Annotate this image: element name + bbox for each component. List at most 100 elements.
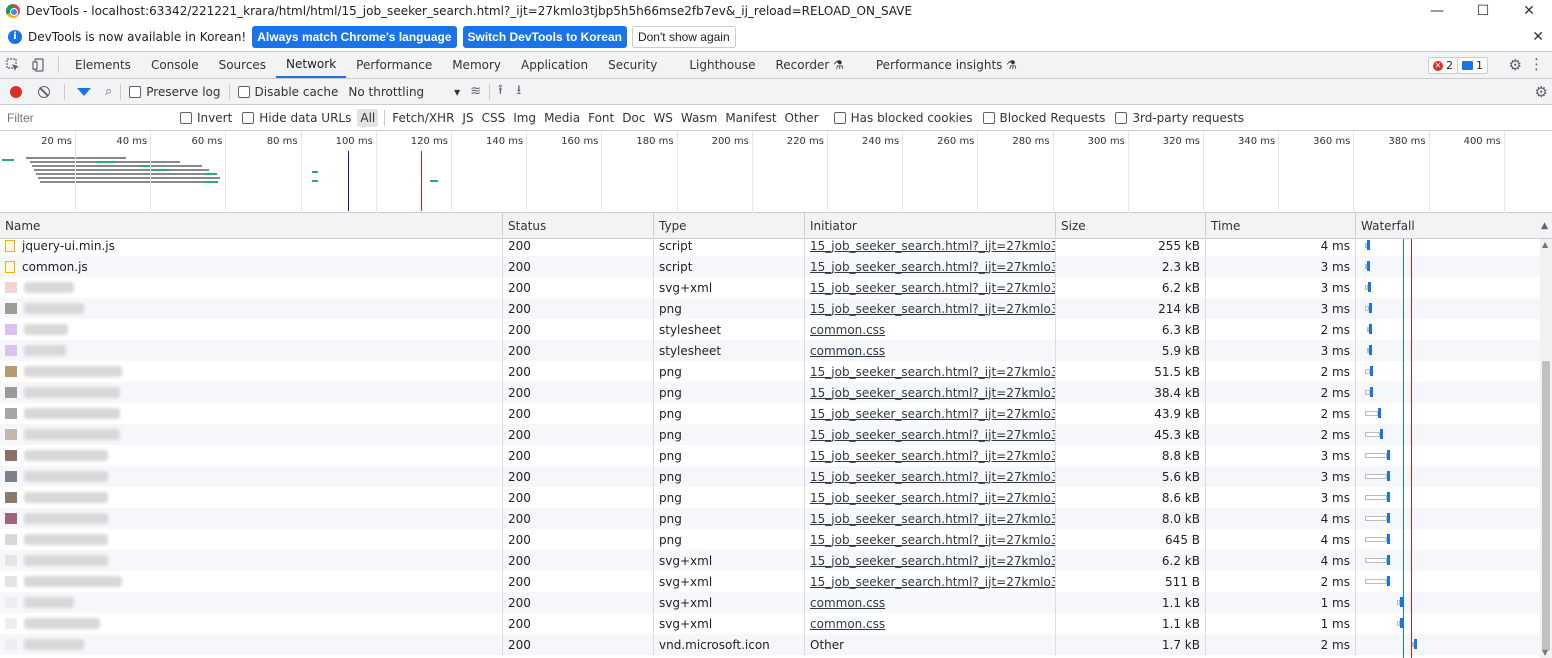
preserve-log-checkbox[interactable]: Preserve log <box>129 85 221 99</box>
cell-name[interactable] <box>0 466 503 487</box>
cell-initiator-text[interactable]: 15_job_seeker_search.html?_ijt=27kmlo3tj… <box>810 575 1055 589</box>
table-row[interactable]: 200 svg+xml 15_job_seeker_search.html?_ijt… <box>0 571 1540 592</box>
preserve-log-check[interactable] <box>129 85 142 98</box>
filter-type-img[interactable]: Img <box>510 109 539 127</box>
tab-performance-insights[interactable]: Performance insights ⚗ <box>866 52 1027 78</box>
cell-initiator-text[interactable]: 15_job_seeker_search.html?_ijt=27kmlo3tj… <box>810 260 1055 274</box>
tab-network[interactable]: Network <box>276 52 347 78</box>
network-conditions-icon[interactable]: ≋ <box>470 84 481 99</box>
record-icon[interactable] <box>10 85 22 98</box>
tab-lighthouse[interactable]: Lighthouse <box>679 52 765 78</box>
blocked-cookies-check[interactable] <box>833 111 846 124</box>
filter-type-ws[interactable]: WS <box>650 109 675 127</box>
table-row[interactable]: 200 png 15_job_seeker_search.html?_ijt=27k… <box>0 403 1540 424</box>
disable-cache-checkbox[interactable]: Disable cache <box>237 85 338 99</box>
import-har-icon[interactable]: ⭱ <box>498 81 503 103</box>
table-row[interactable]: 200 png 15_job_seeker_search.html?_ijt=27k… <box>0 487 1540 508</box>
filter-input[interactable] <box>2 107 170 128</box>
cell-name[interactable] <box>0 634 503 655</box>
cell-name[interactable] <box>0 424 503 445</box>
cell-name[interactable] <box>0 508 503 529</box>
tab-console[interactable]: Console <box>141 52 209 78</box>
cell-initiator-text[interactable]: 15_job_seeker_search.html?_ijt=27kmlo3tj… <box>810 512 1055 526</box>
cell-name[interactable] <box>0 529 503 550</box>
cell-initiator-text[interactable]: 15_job_seeker_search.html?_ijt=27kmlo3tj… <box>810 386 1055 400</box>
tab-recorder[interactable]: Recorder ⚗ <box>766 52 854 78</box>
minimize-button[interactable]: — <box>1414 0 1460 22</box>
table-row[interactable]: 200 png 15_job_seeker_search.html?_ijt=27k… <box>0 508 1540 529</box>
cell-initiator-text[interactable]: common.css <box>810 323 885 337</box>
tab-sources[interactable]: Sources <box>209 52 276 78</box>
table-row[interactable]: 200 png 15_job_seeker_search.html?_ijt=27k… <box>0 382 1540 403</box>
filter-icon[interactable] <box>77 87 91 96</box>
filter-type-media[interactable]: Media <box>541 109 583 127</box>
network-settings-gear-icon[interactable]: ⚙ <box>1535 83 1548 101</box>
throttling-select[interactable]: No throttling ▾ <box>348 85 460 99</box>
filter-type-wasm[interactable]: Wasm <box>678 109 720 127</box>
cell-initiator-text[interactable]: 15_job_seeker_search.html?_ijt=27kmlo3tj… <box>810 428 1055 442</box>
table-row[interactable]: 200 svg+xml common.css 1.1 kB 1 ms <box>0 592 1540 613</box>
cell-initiator-text[interactable]: common.css <box>810 596 885 610</box>
table-row[interactable]: 200 stylesheet common.css 6.3 kB 2 ms <box>0 319 1540 340</box>
close-window-button[interactable]: ✕ <box>1506 0 1552 22</box>
cell-initiator-text[interactable]: common.css <box>810 344 885 358</box>
cell-name[interactable]: common.js <box>0 256 503 277</box>
table-row[interactable]: 200 svg+xml 15_job_seeker_search.html?_ijt… <box>0 277 1540 298</box>
cell-initiator-text[interactable]: 15_job_seeker_search.html?_ijt=27kmlo3tj… <box>810 533 1055 547</box>
search-icon[interactable]: ⌕ <box>105 84 112 99</box>
error-count-badge[interactable]: ✕ 2 <box>1428 57 1458 74</box>
cell-name[interactable] <box>0 550 503 571</box>
table-row[interactable]: 200 png 15_job_seeker_search.html?_ijt=27k… <box>0 298 1540 319</box>
cell-initiator-text[interactable]: 15_job_seeker_search.html?_ijt=27kmlo3tj… <box>810 491 1055 505</box>
filter-type-other[interactable]: Other <box>782 109 822 127</box>
hide-data-urls-check[interactable] <box>242 111 255 124</box>
message-count-badge[interactable]: 1 <box>1457 57 1488 74</box>
cell-name[interactable] <box>0 592 503 613</box>
dont-show-again-button[interactable]: Don't show again <box>631 25 736 48</box>
blocked-cookies-checkbox[interactable]: Has blocked cookies <box>833 111 973 125</box>
table-row[interactable]: 200 png 15_job_seeker_search.html?_ijt=27k… <box>0 466 1540 487</box>
cell-name[interactable] <box>0 613 503 634</box>
filter-type-font[interactable]: Font <box>585 109 617 127</box>
clear-icon[interactable] <box>38 85 50 98</box>
invert-check[interactable] <box>180 111 192 124</box>
scroll-up-icon[interactable]: ▲ <box>1542 240 1548 249</box>
export-har-icon[interactable]: ⭳ <box>517 81 522 103</box>
match-language-button[interactable]: Always match Chrome's language <box>252 25 457 48</box>
tab-performance[interactable]: Performance <box>346 52 442 78</box>
cell-initiator-text[interactable]: 15_job_seeker_search.html?_ijt=27kmlo3tj… <box>810 449 1055 463</box>
cell-name[interactable] <box>0 403 503 424</box>
scroll-down-icon[interactable]: ▼ <box>1542 648 1548 657</box>
cell-name[interactable] <box>0 382 503 403</box>
scrollbar-thumb[interactable] <box>1542 361 1550 651</box>
cell-initiator-text[interactable]: 15_job_seeker_search.html?_ijt=27kmlo3tj… <box>810 470 1055 484</box>
device-toolbar-icon[interactable] <box>26 52 52 78</box>
cell-initiator-text[interactable]: 15_job_seeker_search.html?_ijt=27kmlo3tj… <box>810 407 1055 421</box>
filter-type-manifest[interactable]: Manifest <box>722 109 779 127</box>
network-overview-timeline[interactable]: 20 ms 40 ms 60 ms 80 ms 100 ms 120 ms 140 ms 16… <box>0 131 1552 213</box>
table-row[interactable]: 200 png 15_job_seeker_search.html?_ijt=27k… <box>0 445 1540 466</box>
cell-initiator-text[interactable]: 15_job_seeker_search.html?_ijt=27kmlo3tj… <box>810 302 1055 316</box>
settings-gear-icon[interactable]: ⚙ <box>1509 56 1522 74</box>
third-party-checkbox[interactable]: 3rd-party requests <box>1115 111 1244 125</box>
cell-initiator-text[interactable]: 15_job_seeker_search.html?_ijt=27kmlo3tj… <box>810 365 1055 379</box>
cell-name[interactable] <box>0 487 503 508</box>
switch-korean-button[interactable]: Switch DevTools to Korean <box>462 25 627 48</box>
blocked-requests-checkbox[interactable]: Blocked Requests <box>982 111 1105 125</box>
filter-type-fetch-xhr[interactable]: Fetch/XHR <box>389 109 457 127</box>
table-row[interactable]: 200 svg+xml common.css 1.1 kB 1 ms <box>0 613 1540 634</box>
table-row[interactable]: 200 stylesheet common.css 5.9 kB 3 ms <box>0 340 1540 361</box>
table-row[interactable]: 200 vnd.microsoft.icon Other 1.7 kB 2 ms <box>0 634 1540 655</box>
more-options-icon[interactable]: ⋮ <box>1529 55 1544 73</box>
filter-type-css[interactable]: CSS <box>479 109 509 127</box>
tab-elements[interactable]: Elements <box>65 52 141 78</box>
filter-type-all[interactable]: All <box>357 108 379 127</box>
invert-checkbox[interactable]: Invert <box>180 111 232 125</box>
tab-memory[interactable]: Memory <box>442 52 511 78</box>
cell-name[interactable] <box>0 340 503 361</box>
table-row[interactable]: 200 svg+xml 15_job_seeker_search.html?_ijt… <box>0 550 1540 571</box>
cell-name[interactable]: jquery-ui.min.js <box>0 235 503 256</box>
maximize-button[interactable]: ☐ <box>1460 0 1506 22</box>
table-row[interactable]: 200 png 15_job_seeker_search.html?_ijt=27k… <box>0 529 1540 550</box>
cell-name[interactable] <box>0 571 503 592</box>
